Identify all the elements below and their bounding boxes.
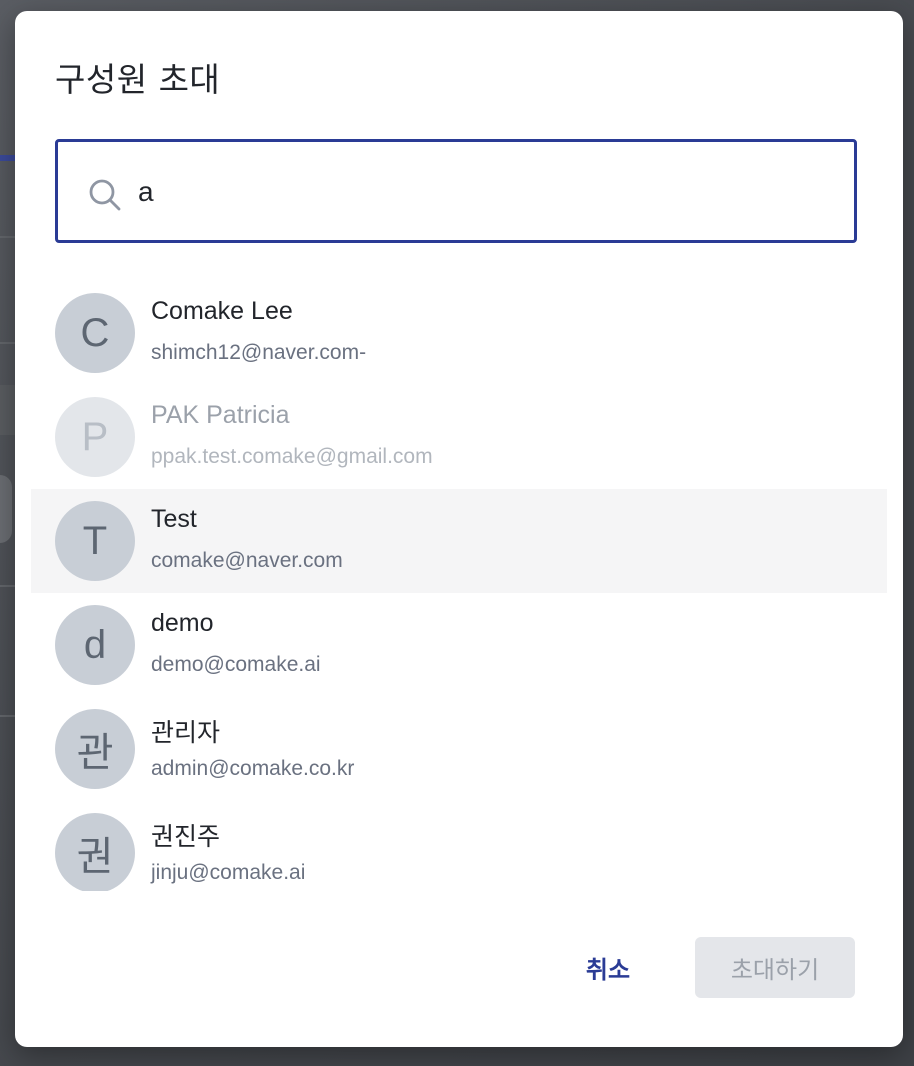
member-item-comake-lee[interactable]: C Comake Lee shimch12@naver.com-: [31, 281, 887, 385]
member-email: jinju@comake.ai: [151, 861, 306, 884]
background-divider: [0, 585, 15, 587]
avatar: C: [55, 293, 135, 373]
member-list[interactable]: C Comake Lee shimch12@naver.com- P PAK P…: [31, 281, 887, 891]
avatar: 권: [55, 813, 135, 891]
background-divider: [0, 236, 15, 238]
cancel-button[interactable]: 취소: [563, 937, 653, 997]
member-email: demo@comake.ai: [151, 653, 321, 676]
background-divider: [0, 342, 15, 344]
member-name: 관리자: [151, 719, 221, 747]
avatar: 관: [55, 709, 135, 789]
member-item-pak-patricia: P PAK Patricia ppak.test.comake@gmail.co…: [31, 385, 887, 489]
member-name: Comake Lee: [151, 297, 293, 325]
member-email: shimch12@naver.com-: [151, 341, 367, 364]
member-item-test[interactable]: T Test comake@naver.com: [31, 489, 887, 593]
member-name: 권진주: [151, 823, 221, 851]
member-item-admin[interactable]: 관 관리자 admin@comake.co.kr: [31, 697, 887, 801]
background-sort-button: [0, 385, 15, 435]
member-email: ppak.test.comake@gmail.com: [151, 445, 433, 468]
avatar: T: [55, 501, 135, 581]
avatar: d: [55, 605, 135, 685]
dialog-title: 구성원 초대: [55, 60, 221, 99]
member-email: comake@naver.com: [151, 549, 343, 572]
search-icon: [89, 179, 121, 211]
invite-button[interactable]: 초대하기: [695, 937, 855, 998]
member-item-jinju[interactable]: 권 권진주 jinju@comake.ai: [31, 801, 887, 891]
search-field[interactable]: [55, 139, 857, 243]
avatar: P: [55, 397, 135, 477]
member-name: demo: [151, 609, 214, 637]
search-input[interactable]: [138, 166, 828, 218]
background-tab-indicator: [0, 155, 15, 161]
background-divider: [0, 715, 15, 717]
member-name: Test: [151, 505, 197, 533]
member-name: PAK Patricia: [151, 401, 290, 429]
member-email: admin@comake.co.kr: [151, 757, 355, 780]
member-item-demo[interactable]: d demo demo@comake.ai: [31, 593, 887, 697]
background-avatar: [0, 475, 12, 543]
invite-member-dialog: 구성원 초대 C Comake Lee shimch12@naver.com- …: [15, 11, 903, 1047]
